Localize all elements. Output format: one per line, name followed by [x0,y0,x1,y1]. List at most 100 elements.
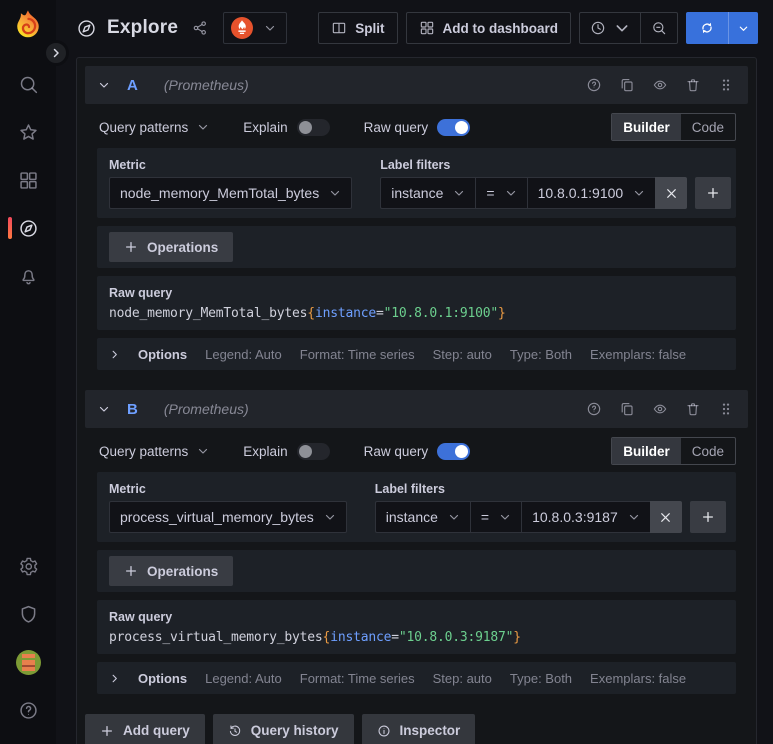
query-a-toolbar: Query patterns Explain Raw query Builder… [97,112,736,142]
editor-mode-group: Builder Code [611,113,736,141]
copy-icon[interactable] [619,401,635,417]
query-history-button[interactable]: Query history [212,714,354,744]
label-value-select[interactable]: 10.8.0.1:9100 [526,177,656,209]
add-filter-button[interactable] [689,501,726,533]
query-b-body: Query patterns Explain Raw query Builder… [85,428,748,702]
eye-icon[interactable] [652,401,668,417]
raw-query-toggle[interactable] [437,118,471,136]
sidebar-item-help[interactable] [0,686,56,734]
apps-grid-icon [19,171,37,189]
label-filters-field: Label filters instance [374,482,726,533]
query-patterns-dropdown[interactable]: Query patterns [99,444,209,459]
run-query-interval-dropdown[interactable] [728,12,758,44]
promql-value: "10.8.0.1:9100" [383,306,499,321]
raw-query-toggle[interactable] [437,442,471,460]
eye-icon[interactable] [652,77,668,93]
grafana-explore-app: Explore Split Add to dashboard A (Promet… [0,0,773,744]
sidebar-item-dashboards[interactable] [0,156,56,204]
add-query-button[interactable]: Add query [85,714,205,744]
options-exemplars: Exemplars: false [590,346,687,362]
explain-toggle[interactable] [296,442,330,460]
options-block[interactable]: Options Legend: Auto Format: Time series… [97,662,736,694]
sidebar-item-alerting[interactable] [0,252,56,300]
split-button[interactable]: Split [318,12,398,44]
label-value-select[interactable]: 10.8.0.3:9187 [521,501,650,533]
collapse-chevron-icon[interactable] [98,403,110,415]
copy-icon[interactable] [619,77,635,93]
builder-mode-option[interactable]: Builder [612,114,681,140]
add-to-dashboard-label: Add to dashboard [442,20,559,36]
explain-toggle[interactable] [296,118,330,136]
inspector-button[interactable]: Inspector [361,714,476,744]
chevron-down-icon [325,514,334,520]
help-circle-icon [19,701,37,719]
query-datasource-name: (Prometheus) [163,401,249,417]
options-type: Type: Both [509,670,573,686]
options-block[interactable]: Options Legend: Auto Format: Time series… [97,338,736,370]
query-a-header[interactable]: A (Prometheus) [85,66,748,104]
zoom-out-time-button[interactable] [640,13,677,43]
help-circle-icon[interactable] [586,401,602,417]
datasource-picker[interactable] [223,12,288,44]
options-title[interactable]: Options [138,347,187,362]
operations-label: Operations [147,239,219,255]
grafana-logo-icon[interactable] [9,8,47,46]
label-name-value: instance [385,509,438,525]
query-b-header[interactable]: B (Prometheus) [85,390,748,428]
options-title[interactable]: Options [138,671,187,686]
time-range-picker[interactable] [580,13,640,43]
label-name-select[interactable]: instance [374,501,470,533]
drag-handle-icon[interactable] [718,401,734,417]
chevron-right-icon[interactable] [109,673,120,684]
zoom-out-icon [653,22,666,35]
expand-sidebar-button[interactable] [43,40,69,66]
sidebar-item-settings[interactable] [0,542,56,590]
promql-metric: node_memory_MemTotal_bytes [109,306,308,321]
metric-select[interactable]: node_memory_MemTotal_bytes [109,177,353,209]
bell-icon [22,269,34,284]
metric-value: process_virtual_memory_bytes [120,509,314,525]
split-panes-icon [333,22,346,34]
chevron-down-icon [199,448,208,454]
prometheus-logo-icon [231,17,254,39]
metric-field: Metric process_virtual_memory_bytes [109,482,347,533]
share-icon[interactable] [192,20,208,36]
close-icon [666,188,676,198]
operator-select[interactable]: = [469,501,522,533]
promql-label: instance [314,306,376,321]
metric-select[interactable]: process_virtual_memory_bytes [109,501,347,533]
label-name-select[interactable]: instance [380,177,476,209]
query-b-toolbar: Query patterns Explain Raw query Builder… [97,436,736,466]
drag-handle-icon[interactable] [718,77,734,93]
code-mode-option[interactable]: Code [681,438,735,464]
trash-icon[interactable] [685,401,701,417]
plus-icon [101,725,113,736]
add-to-dashboard-button[interactable]: Add to dashboard [405,12,571,44]
promql-metric: process_virtual_memory_bytes [109,630,323,645]
remove-filter-button[interactable] [655,177,688,209]
chevron-down-icon [506,190,515,196]
raw-query-preview: node_memory_MemTotal_bytes{instance="10.… [109,306,724,321]
trash-icon[interactable] [685,77,701,93]
remove-filter-button[interactable] [649,501,682,533]
sidebar-item-search[interactable] [0,60,56,108]
builder-mode-option[interactable]: Builder [612,438,681,464]
add-operations-button[interactable]: Operations [109,556,234,586]
help-circle-icon[interactable] [586,77,602,93]
sidebar-item-server-admin[interactable] [0,590,56,638]
sidebar-item-profile[interactable] [0,638,56,686]
operator-select[interactable]: = [475,177,527,209]
code-mode-option[interactable]: Code [681,114,735,140]
sidebar-item-starred[interactable] [0,108,56,156]
query-patterns-dropdown[interactable]: Query patterns [99,120,209,135]
run-query-button[interactable] [686,12,728,44]
add-filter-button[interactable] [695,177,732,209]
options-format: Format: Time series [299,670,415,686]
chevron-right-icon[interactable] [109,349,120,360]
sidebar-item-explore[interactable] [0,204,56,252]
collapse-chevron-icon[interactable] [98,79,110,91]
add-operations-button[interactable]: Operations [109,232,234,262]
query-a-body: Query patterns Explain Raw query Builder… [85,104,748,378]
apps-grid-icon [420,21,433,35]
gear-icon [19,557,37,575]
